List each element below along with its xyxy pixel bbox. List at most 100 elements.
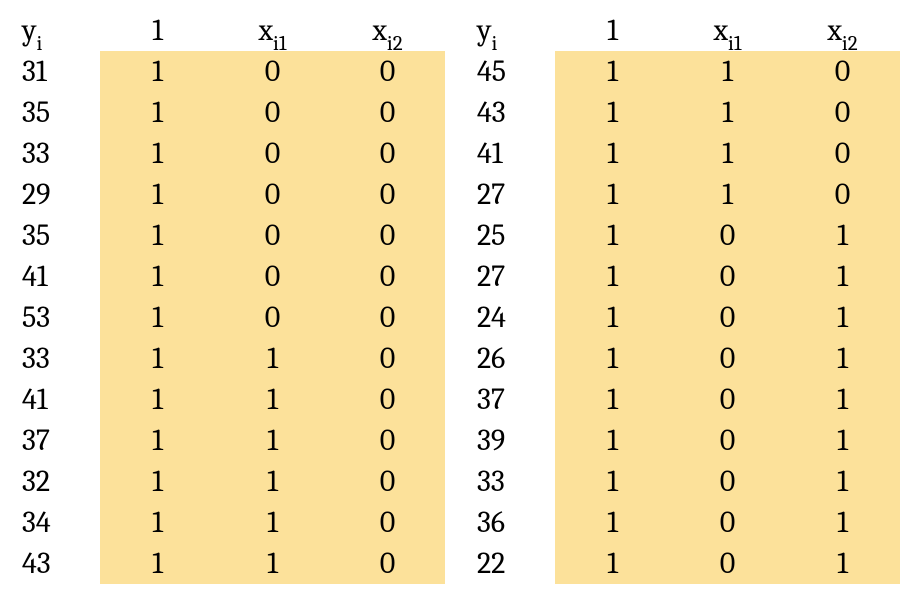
table-cell: 0: [330, 379, 445, 420]
table-cell: 1: [785, 215, 900, 256]
table-cell: 34: [10, 502, 100, 543]
table-cell: 37: [465, 379, 555, 420]
table-cell: 35: [10, 92, 100, 133]
left-header-xi1: xi1: [215, 10, 330, 51]
table-cell: 1: [215, 543, 330, 584]
tables-container: yi 31 35 33 29 35 41 53 33 41 37 32 34 4…: [10, 10, 903, 584]
table-cell: 1: [215, 502, 330, 543]
right-col-1: 1 1 1 1 1 1 1 1 1 1 1 1 1 1: [555, 10, 670, 584]
table-cell: 1: [555, 133, 670, 174]
table-cell: 35: [10, 215, 100, 256]
left-table: yi 31 35 33 29 35 41 53 33 41 37 32 34 4…: [10, 10, 445, 584]
table-cell: 1: [555, 379, 670, 420]
table-cell: 1: [555, 420, 670, 461]
table-cell: 1: [555, 461, 670, 502]
table-cell: 1: [100, 379, 215, 420]
table-cell: 26: [465, 338, 555, 379]
right-header-xi2: xi2: [785, 10, 900, 51]
table-cell: 1: [785, 543, 900, 584]
table-cell: 22: [465, 543, 555, 584]
table-cell: 1: [100, 215, 215, 256]
table-cell: 33: [465, 461, 555, 502]
table-cell: 1: [100, 174, 215, 215]
table-cell: 37: [10, 420, 100, 461]
table-cell: 1: [215, 420, 330, 461]
table-cell: 1: [555, 256, 670, 297]
table-cell: 0: [330, 51, 445, 92]
table-cell: 0: [670, 379, 785, 420]
table-cell: 1: [785, 502, 900, 543]
table-cell: 1: [100, 297, 215, 338]
table-cell: 0: [785, 174, 900, 215]
left-col-1: 1 1 1 1 1 1 1 1 1 1 1 1 1 1: [100, 10, 215, 584]
table-cell: 29: [10, 174, 100, 215]
table-cell: 41: [10, 379, 100, 420]
table-cell: 39: [465, 420, 555, 461]
table-cell: 27: [465, 256, 555, 297]
left-col-y: yi 31 35 33 29 35 41 53 33 41 37 32 34 4…: [10, 10, 100, 584]
table-cell: 1: [555, 338, 670, 379]
table-cell: 1: [785, 420, 900, 461]
table-cell: 41: [10, 256, 100, 297]
right-header-1: 1: [555, 10, 670, 51]
table-cell: 1: [100, 256, 215, 297]
table-cell: 1: [100, 420, 215, 461]
table-cell: 0: [670, 256, 785, 297]
table-cell: 0: [215, 174, 330, 215]
table-cell: 1: [785, 256, 900, 297]
left-header-1: 1: [100, 10, 215, 51]
table-cell: 0: [670, 297, 785, 338]
table-cell: 1: [785, 297, 900, 338]
table-cell: 0: [215, 133, 330, 174]
table-cell: 1: [100, 92, 215, 133]
table-cell: 1: [100, 133, 215, 174]
table-cell: 1: [555, 92, 670, 133]
right-col-y: yi 45 43 41 27 25 27 24 26 37 39 33 36 2…: [465, 10, 555, 584]
right-header-xi1: xi1: [670, 10, 785, 51]
table-cell: 53: [10, 297, 100, 338]
table-cell: 0: [785, 51, 900, 92]
right-col-xi1: xi1 1 1 1 1 0 0 0 0 0 0 0 0 0: [670, 10, 785, 584]
table-cell: 0: [330, 174, 445, 215]
table-cell: 0: [670, 543, 785, 584]
table-cell: 0: [330, 420, 445, 461]
table-cell: 0: [215, 92, 330, 133]
table-cell: 33: [10, 338, 100, 379]
table-cell: 0: [215, 215, 330, 256]
right-header-y: yi: [465, 10, 555, 51]
table-cell: 36: [465, 502, 555, 543]
table-cell: 0: [330, 256, 445, 297]
table-cell: 1: [555, 297, 670, 338]
table-cell: 24: [465, 297, 555, 338]
table-cell: 1: [215, 461, 330, 502]
left-col-xi1: xi1 0 0 0 0 0 0 0 1 1 1 1 1 1: [215, 10, 330, 584]
table-cell: 0: [670, 215, 785, 256]
table-cell: 31: [10, 51, 100, 92]
table-cell: 0: [670, 502, 785, 543]
table-cell: 0: [785, 133, 900, 174]
table-cell: 1: [555, 543, 670, 584]
table-cell: 0: [670, 338, 785, 379]
table-cell: 0: [670, 420, 785, 461]
table-cell: 1: [100, 543, 215, 584]
table-cell: 1: [555, 215, 670, 256]
table-cell: 1: [215, 379, 330, 420]
table-cell: 0: [330, 543, 445, 584]
table-cell: 1: [555, 502, 670, 543]
table-cell: 33: [10, 133, 100, 174]
table-cell: 0: [330, 461, 445, 502]
table-cell: 1: [100, 338, 215, 379]
table-cell: 1: [215, 338, 330, 379]
table-cell: 1: [670, 92, 785, 133]
table-cell: 0: [785, 92, 900, 133]
right-col-xi2: xi2 0 0 0 0 1 1 1 1 1 1 1 1 1: [785, 10, 900, 584]
table-cell: 41: [465, 133, 555, 174]
table-cell: 1: [785, 461, 900, 502]
table-cell: 43: [465, 92, 555, 133]
table-cell: 1: [670, 133, 785, 174]
table-cell: 1: [555, 174, 670, 215]
left-header-xi2: xi2: [330, 10, 445, 51]
table-cell: 0: [330, 215, 445, 256]
table-cell: 25: [465, 215, 555, 256]
table-cell: 0: [330, 502, 445, 543]
